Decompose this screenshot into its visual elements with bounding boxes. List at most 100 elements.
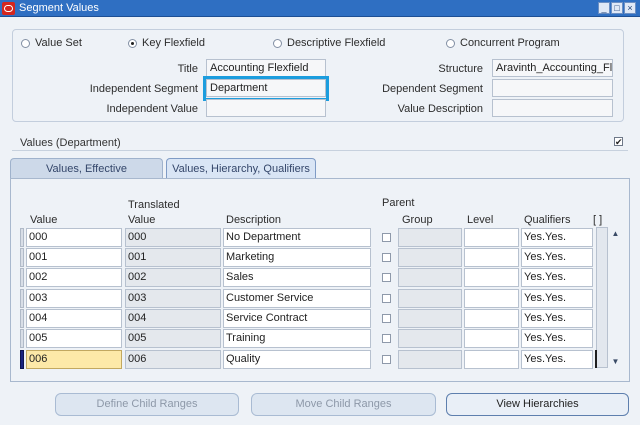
value-cell[interactable]: 005 bbox=[26, 329, 122, 348]
level-cell[interactable] bbox=[464, 350, 519, 369]
header-more-fields[interactable]: [ ] bbox=[593, 214, 602, 226]
minimize-button[interactable]: _ bbox=[598, 2, 610, 14]
parent-checkbox[interactable] bbox=[382, 355, 391, 364]
parent-checkbox[interactable] bbox=[382, 314, 391, 323]
section-checkbox[interactable]: ✔ bbox=[614, 137, 623, 147]
independent-value-field[interactable] bbox=[206, 99, 326, 117]
row-selector[interactable] bbox=[20, 228, 24, 247]
level-cell[interactable] bbox=[464, 248, 519, 267]
qualifiers-cell[interactable]: Yes.Yes. bbox=[521, 289, 593, 308]
scroll-up-icon[interactable]: ▲ bbox=[611, 229, 620, 238]
group-cell[interactable] bbox=[398, 329, 462, 348]
dependent-segment-label: Dependent Segment bbox=[382, 83, 483, 95]
dependent-segment-field[interactable] bbox=[492, 79, 613, 97]
value-description-field[interactable] bbox=[492, 99, 613, 117]
description-cell[interactable]: Quality bbox=[223, 350, 371, 369]
parent-checkbox[interactable] bbox=[382, 294, 391, 303]
descriptive-flexfield-column[interactable] bbox=[596, 227, 608, 368]
translated-value-cell[interactable]: 002 bbox=[125, 268, 221, 287]
row-selector[interactable] bbox=[20, 289, 24, 308]
qualifiers-cell[interactable]: Yes.Yes. bbox=[521, 248, 593, 267]
radio-icon bbox=[273, 38, 282, 48]
group-cell[interactable] bbox=[398, 309, 462, 328]
group-cell[interactable] bbox=[398, 228, 462, 247]
window-title: Segment Values bbox=[19, 2, 99, 14]
translated-value-cell[interactable]: 005 bbox=[125, 329, 221, 348]
parent-checkbox[interactable] bbox=[382, 273, 391, 282]
radio-icon bbox=[21, 38, 30, 48]
translated-value-cell[interactable]: 001 bbox=[125, 248, 221, 267]
description-cell[interactable]: Training bbox=[223, 329, 371, 348]
value-cell[interactable]: 003 bbox=[26, 289, 122, 308]
row-selector-current[interactable] bbox=[20, 350, 24, 369]
move-child-ranges-button[interactable]: Move Child Ranges bbox=[251, 393, 436, 416]
row-selector[interactable] bbox=[20, 268, 24, 287]
description-cell[interactable]: Service Contract bbox=[223, 309, 371, 328]
value-cell-current[interactable]: 006 bbox=[26, 350, 122, 369]
translated-value-cell[interactable]: 000 bbox=[125, 228, 221, 247]
level-cell[interactable] bbox=[464, 329, 519, 348]
header-qualifiers: Qualifiers bbox=[524, 214, 571, 226]
level-cell[interactable] bbox=[464, 268, 519, 287]
independent-value-label: Independent Value bbox=[106, 103, 198, 115]
header-group: Group bbox=[402, 214, 433, 226]
view-hierarchies-button[interactable]: View Hierarchies bbox=[446, 393, 629, 416]
row-selector[interactable] bbox=[20, 329, 24, 348]
value-cell[interactable]: 004 bbox=[26, 309, 122, 328]
header-translated-value: Value bbox=[128, 214, 156, 226]
parent-checkbox[interactable] bbox=[382, 253, 391, 262]
independent-segment-label: Independent Segment bbox=[89, 83, 198, 95]
close-button[interactable]: × bbox=[624, 2, 636, 14]
value-cell[interactable]: 000 bbox=[26, 228, 122, 247]
title-label: Title bbox=[177, 63, 198, 75]
radio-label: Key Flexfield bbox=[142, 37, 205, 49]
value-cell[interactable]: 001 bbox=[26, 248, 122, 267]
radio-label: Descriptive Flexfield bbox=[287, 37, 386, 49]
tab-values-hierarchy-qualifiers[interactable]: Values, Hierarchy, Qualifiers bbox=[166, 158, 316, 179]
description-cell[interactable]: No Department bbox=[223, 228, 371, 247]
group-cell[interactable] bbox=[398, 350, 462, 369]
qualifiers-cell[interactable]: Yes.Yes. bbox=[521, 350, 593, 369]
header-level: Level bbox=[467, 214, 494, 226]
structure-label: Structure bbox=[438, 63, 483, 75]
group-cell[interactable] bbox=[398, 289, 462, 308]
header-parent: Parent bbox=[382, 197, 415, 209]
qualifiers-cell[interactable]: Yes.Yes. bbox=[521, 228, 593, 247]
description-cell[interactable]: Customer Service bbox=[223, 289, 371, 308]
translated-value-cell[interactable]: 003 bbox=[125, 289, 221, 308]
structure-field[interactable]: Aravinth_Accounting_Fle bbox=[492, 59, 613, 77]
header-value: Value bbox=[30, 214, 58, 226]
value-description-label: Value Description bbox=[397, 103, 483, 115]
qualifiers-cell[interactable]: Yes.Yes. bbox=[521, 268, 593, 287]
section-title: Values (Department) bbox=[20, 137, 121, 149]
parent-checkbox[interactable] bbox=[382, 334, 391, 343]
scroll-down-icon[interactable]: ▼ bbox=[611, 357, 620, 366]
qualifiers-cell[interactable]: Yes.Yes. bbox=[521, 329, 593, 348]
parent-checkbox[interactable] bbox=[382, 233, 391, 242]
group-cell[interactable] bbox=[398, 248, 462, 267]
qualifiers-cell[interactable]: Yes.Yes. bbox=[521, 309, 593, 328]
tab-values-effective[interactable]: Values, Effective bbox=[10, 158, 163, 179]
translated-value-cell[interactable]: 006 bbox=[125, 350, 221, 369]
row-selector[interactable] bbox=[20, 248, 24, 267]
level-cell[interactable] bbox=[464, 228, 519, 247]
header-translated: Translated bbox=[128, 199, 180, 211]
radio-label: Concurrent Program bbox=[460, 37, 560, 49]
translated-value-cell[interactable]: 004 bbox=[125, 309, 221, 328]
radio-concurrent-program[interactable]: Concurrent Program bbox=[446, 37, 560, 49]
level-cell[interactable] bbox=[464, 289, 519, 308]
radio-value-set[interactable]: Value Set bbox=[21, 37, 82, 49]
description-cell[interactable]: Marketing bbox=[223, 248, 371, 267]
maximize-button[interactable]: □ bbox=[611, 2, 623, 14]
title-field[interactable]: Accounting Flexfield bbox=[206, 59, 326, 77]
radio-descriptive-flexfield[interactable]: Descriptive Flexfield bbox=[273, 37, 385, 49]
row-selector[interactable] bbox=[20, 309, 24, 328]
value-cell[interactable]: 002 bbox=[26, 268, 122, 287]
description-cell[interactable]: Sales bbox=[223, 268, 371, 287]
title-bar: Segment Values _ □ × bbox=[0, 0, 640, 17]
group-cell[interactable] bbox=[398, 268, 462, 287]
level-cell[interactable] bbox=[464, 309, 519, 328]
define-child-ranges-button[interactable]: Define Child Ranges bbox=[55, 393, 239, 416]
section-divider bbox=[12, 150, 628, 151]
radio-key-flexfield[interactable]: Key Flexfield bbox=[128, 37, 205, 49]
